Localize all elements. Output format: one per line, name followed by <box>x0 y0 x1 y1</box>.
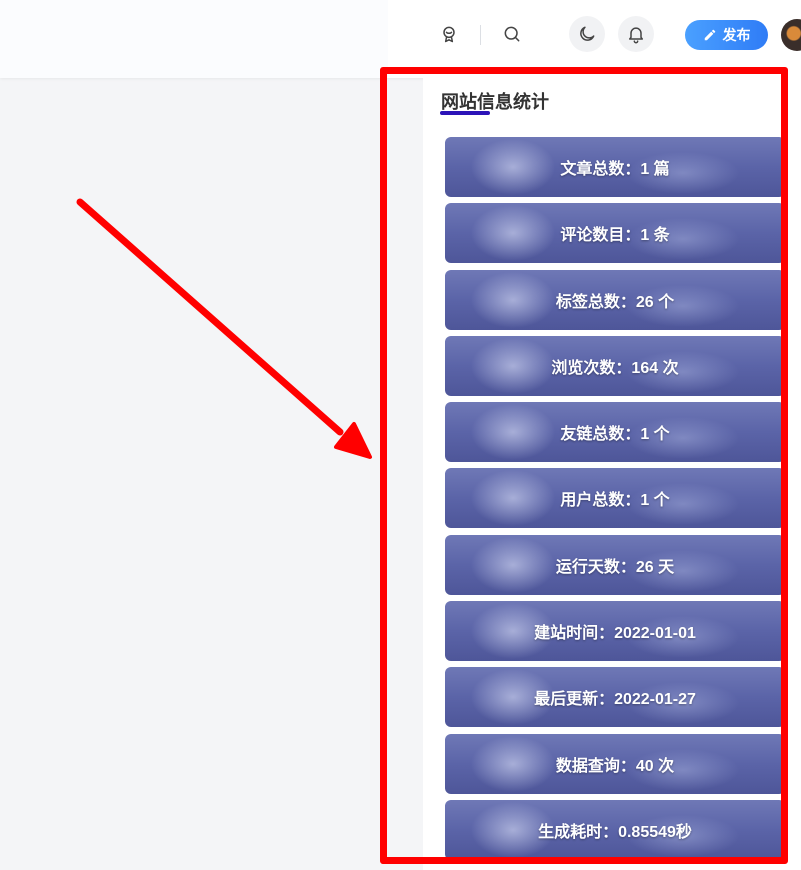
stat-text: 数据查询：40 次 <box>555 757 675 775</box>
notification-button[interactable] <box>618 16 654 52</box>
top-header: 发布 <box>0 0 801 78</box>
header-separator <box>480 25 481 45</box>
stat-text: 友链总数：1 个 <box>560 426 670 444</box>
stat-text: 标签总数：26 个 <box>555 293 675 311</box>
search-button[interactable] <box>494 16 530 52</box>
stat-item-last-update: 最后更新：2022-01-27 <box>445 667 785 728</box>
stat-item-render-time: 生成耗时：0.85549秒 <box>445 799 785 860</box>
medal-button[interactable] <box>431 16 467 52</box>
stat-text: 生成耗时：0.85549秒 <box>538 823 692 841</box>
stat-item-tags: 标签总数：26 个 <box>445 269 785 330</box>
stat-text: 浏览次数：164 次 <box>551 359 679 377</box>
stat-item-articles: 文章总数：1 篇 <box>445 137 785 197</box>
bell-icon <box>629 27 643 44</box>
stat-item-views: 浏览次数：164 次 <box>445 335 785 396</box>
stat-text: 最后更新：2022-01-27 <box>534 691 696 709</box>
stat-item-comments: 评论数目：1 条 <box>445 203 785 264</box>
stat-item-running-days: 运行天数：26 天 <box>445 534 785 595</box>
stat-item-links: 友链总数：1 个 <box>445 402 785 463</box>
theme-toggle-button[interactable] <box>569 16 605 52</box>
stat-text: 建站时间：2022-01-01 <box>534 625 696 643</box>
header-left-area <box>0 0 388 78</box>
pencil-icon <box>704 29 715 41</box>
moon-icon <box>580 26 595 41</box>
site-stats-widget: 网站信息统计 文章总数：1 篇 评论数目：1 条 标签总数：26 个 浏览次数：… <box>423 78 801 870</box>
stat-text: 运行天数：26 天 <box>555 558 675 576</box>
page: 发布 网站信息统计 文章总数：1 篇 评论数目：1 条 标签总数：26 个 浏览… <box>0 0 801 870</box>
stat-text: 文章总数：1 篇 <box>560 161 670 178</box>
publish-button-label: 发布 <box>722 27 751 43</box>
stat-text: 用户总数：1 个 <box>560 492 670 510</box>
publish-button[interactable]: 发布 <box>685 20 768 50</box>
medal-icon <box>443 26 455 43</box>
stats-list: 文章总数：1 篇 评论数目：1 条 标签总数：26 个 浏览次数：164 次 友… <box>445 137 785 866</box>
stat-text: 评论数目：1 条 <box>560 227 670 245</box>
stat-item-build-date: 建站时间：2022-01-01 <box>445 601 785 662</box>
title-underline <box>440 111 490 115</box>
stat-item-queries: 数据查询：40 次 <box>445 733 785 794</box>
search-icon <box>504 26 520 42</box>
user-avatar[interactable] <box>781 19 801 51</box>
stat-item-users: 用户总数：1 个 <box>445 468 785 529</box>
